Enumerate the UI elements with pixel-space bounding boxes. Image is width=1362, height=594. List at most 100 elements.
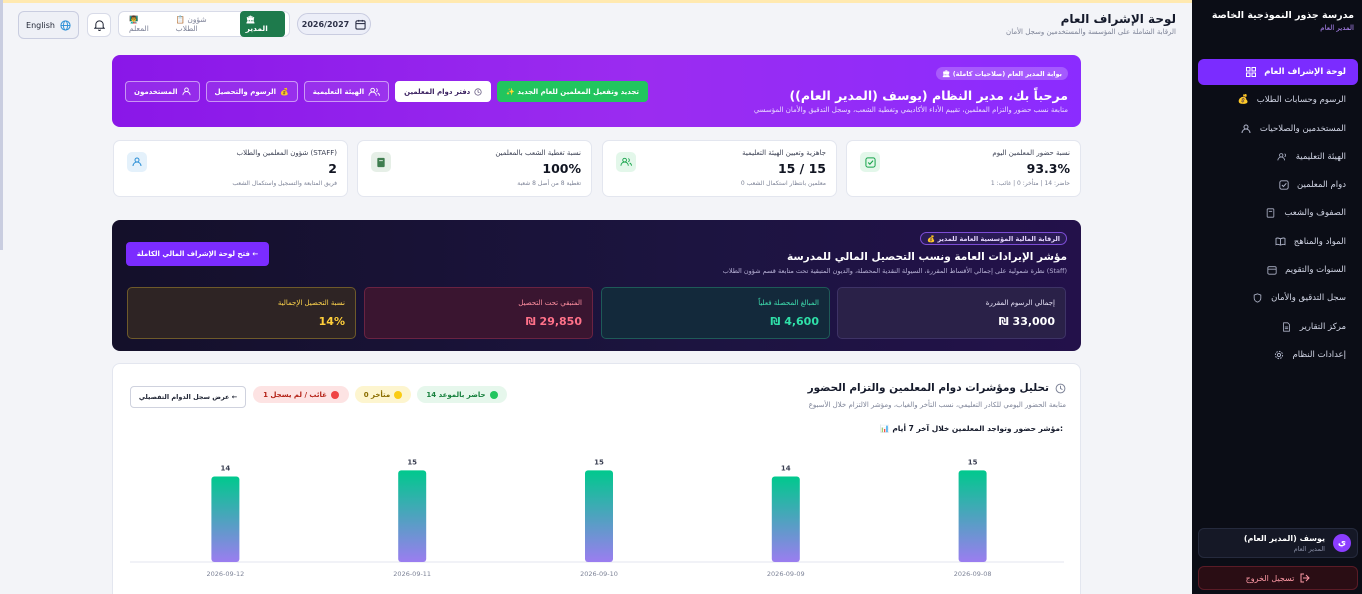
stat-card-section-coverage[interactable]: نسبة تغطية الشعب بالمعلمين 100% تغطية 8 …: [357, 140, 592, 197]
finance-card-collection-rate: نسبة التحصيل الإجمالية 14%: [127, 287, 356, 339]
teaching-staff-button[interactable]: الهيئة التعليمية: [303, 81, 390, 102]
sidebar-item-9[interactable]: مركز التقارير: [1198, 314, 1358, 340]
sidebar-item-label: مركز التقارير: [1299, 321, 1346, 332]
open-book-icon: [1275, 236, 1286, 247]
page-subtitle: الرقابة الشاملة على المؤسسة والمستخدمين …: [1006, 28, 1176, 36]
role-admin-tab[interactable]: 🏛 المدير: [239, 11, 285, 37]
chart-bar: [958, 470, 987, 562]
role-switcher: 🏛 المدير 📋 شؤون الطلاب 👨‍🏫 المعلم: [118, 11, 290, 37]
chart-tick-label: 2026-09-09: [767, 570, 805, 578]
attendance-bar-chart: 15 2026-09-08 14 2026-09-09 15 2026-09-10 15 20…: [130, 458, 1064, 578]
stat-value: 93.3%: [1026, 161, 1070, 176]
users-button[interactable]: المستخدمون: [125, 81, 200, 102]
logout-icon: [1300, 573, 1311, 583]
grid-icon: [1245, 67, 1256, 78]
red-dot-icon: [330, 390, 339, 399]
green-dot-icon: [489, 390, 498, 399]
user-icon: [127, 152, 147, 172]
top-header: لوحة الإشراف العام الرقابة الشاملة على ا…: [0, 3, 1192, 44]
late-count-badge: 0 متأخر: [355, 386, 411, 403]
current-user-card[interactable]: ي يوسف (المدير العام) المدير العام: [1198, 528, 1358, 558]
attendance-title: تحليل ومؤشرات دوام المعلمين والتزام الحض…: [808, 382, 1066, 394]
stat-card-staff-affairs[interactable]: شؤون المعلمين والطلاب (STAFF) 2 فريق الم…: [113, 140, 348, 197]
sidebar-item-2[interactable]: المستخدمين والصلاحيات: [1198, 116, 1358, 142]
stat-subtext: تغطية 8 من أصل 8 شعبة: [517, 180, 581, 187]
finance-overview-panel: 💰 الرقابة المالية المؤسسية العامة للمدير…: [112, 220, 1081, 351]
chart-data-label: 15: [407, 458, 417, 466]
finance-card-label: إجمالي الرسوم المقررة: [985, 299, 1055, 307]
view-attendance-log-button[interactable]: عرض سجل الدوام التفصيلي ←: [130, 386, 246, 408]
chart-data-label: 14: [221, 464, 231, 472]
notifications-button[interactable]: [87, 13, 111, 37]
stat-subtext: حاضر: 14 | متأخر: 0 | غائب: 1: [990, 180, 1070, 187]
attendance-book-button[interactable]: دفتر دوام المعلمين: [395, 81, 492, 102]
sidebar-item-5[interactable]: الصفوف والشعب: [1198, 200, 1358, 226]
role-teacher-label: المعلم: [128, 24, 149, 33]
sidebar-item-4[interactable]: دوام المعلمين: [1198, 172, 1358, 198]
school-name: مدرسة جذور النموذجية الخاصة: [1211, 10, 1354, 21]
chart-tick-label: 2026-09-11: [393, 570, 431, 578]
stat-title: نسبة حضور المعلمين اليوم: [992, 149, 1070, 157]
sidebar-item-10[interactable]: إعدادات النظام: [1198, 342, 1358, 368]
chart-tick-label: 2026-09-08: [954, 570, 992, 578]
stat-card-attendance-rate[interactable]: نسبة حضور المعلمين اليوم 93.3% حاضر: 14 …: [846, 140, 1081, 197]
calendar-icon: [355, 19, 366, 30]
finance-badge-label: الرقابة المالية المؤسسية العامة للمدير: [937, 234, 1060, 243]
hero-subtitle: متابعة نسب حضور والتزام المعلمين، تقييم …: [753, 106, 1068, 114]
user-icon: [1241, 123, 1252, 134]
hero-actions: المستخدمون الرسوم والتحصيل 💰 الهيئة التع…: [125, 81, 648, 102]
sidebar-item-label: المواد والمناهج: [1293, 236, 1346, 247]
sidebar-item-label: إعدادات النظام: [1292, 349, 1346, 360]
role-teacher-tab[interactable]: 👨‍🏫 المعلم: [123, 11, 166, 37]
stat-title: نسبة تغطية الشعب بالمعلمين: [495, 149, 581, 157]
book-icon: [371, 152, 391, 172]
role-admin-label: المدير: [245, 24, 268, 33]
finance-card-total-fees: إجمالي الرسوم المقررة ₪ 33,000: [837, 287, 1066, 339]
brand: مدرسة جذور النموذجية الخاصة المدير العام: [1202, 10, 1354, 32]
role-student-affairs-tab[interactable]: 📋 شؤون الطلاب: [170, 11, 236, 37]
role-student-affairs-label: شؤون الطلاب: [175, 15, 207, 33]
users-icon: [368, 87, 381, 97]
money-bag-icon: 💰: [1237, 95, 1249, 106]
chart-data-label: 15: [968, 458, 978, 466]
gear-icon: [1274, 349, 1285, 360]
attendance-analytics-panel: تحليل ومؤشرات دوام المعلمين والتزام الحض…: [112, 363, 1081, 594]
sidebar-item-6[interactable]: المواد والمناهج: [1198, 229, 1358, 255]
language-toggle-button[interactable]: English: [18, 11, 79, 39]
users-icon: [616, 152, 636, 172]
file-icon: [1281, 321, 1292, 332]
language-label: English: [26, 20, 55, 30]
sidebar-item-8[interactable]: سجل التدقيق والأمان: [1198, 285, 1358, 311]
absent-count-label: 1 غائب / لم يسجل: [263, 390, 327, 399]
chart-bar: [771, 476, 800, 562]
stat-title: شؤون المعلمين والطلاب (STAFF): [236, 149, 337, 157]
stat-subtext: 0 معلمين بانتظار استكمال الشعب: [740, 180, 826, 187]
fees-collection-button[interactable]: الرسوم والتحصيل 💰: [205, 81, 298, 102]
present-count-badge: 14 حاضر بالموعد: [417, 386, 507, 403]
hero-badge-label: بوابة المدير العام (صلاحيات كاملة): [952, 69, 1062, 78]
finance-card-value: ₪ 4,600: [770, 315, 819, 328]
sidebar-item-1[interactable]: الرسوم وحسابات الطلاب 💰: [1198, 87, 1358, 113]
finance-subtitle: نظرة شمولية على إجمالي الأقساط المقررة، …: [722, 267, 1067, 275]
sidebar-item-7[interactable]: السنوات والتقويم: [1198, 257, 1358, 283]
hero-badge: 🏛 بوابة المدير العام (صلاحيات كاملة): [936, 67, 1068, 80]
chart-bar: [211, 476, 240, 562]
late-count-label: 0 متأخر: [363, 390, 391, 399]
sidebar-item-3[interactable]: الهيئة التعليمية: [1198, 144, 1358, 170]
sidebar-item-label: الرسوم وحسابات الطلاب: [1256, 95, 1346, 106]
open-finance-dashboard-button[interactable]: فتح لوحة الإشراف المالي الكاملة ←: [126, 242, 269, 266]
calendar-icon: [1266, 265, 1277, 276]
sidebar-item-label: لوحة الإشراف العام: [1264, 67, 1346, 77]
academic-year-selector[interactable]: 2026/2027: [297, 13, 371, 35]
chart-bar: [585, 470, 613, 562]
stat-subtext: فريق المتابعة والتسجيل واستكمال الشعب: [232, 180, 337, 187]
chart-label: 📊 مؤشر حضور وتواجد المعلمين خلال آخر 7 أ…: [880, 424, 1063, 433]
logout-button[interactable]: تسجيل الخروج: [1198, 566, 1358, 590]
shield-icon: [1252, 293, 1263, 304]
present-count-label: 14 حاضر بالموعد: [426, 390, 486, 399]
chart-bar: [398, 470, 427, 562]
renew-teachers-button[interactable]: ✨ تجديد وتفعيل المعلمين للعام الجديد: [497, 81, 648, 102]
avatar: ي: [1333, 534, 1351, 552]
sidebar-item-0[interactable]: لوحة الإشراف العام: [1198, 59, 1358, 85]
stat-card-staff-readiness[interactable]: جاهزية وتعيين الهيئة التعليمية 15 / 15 0…: [602, 140, 837, 197]
